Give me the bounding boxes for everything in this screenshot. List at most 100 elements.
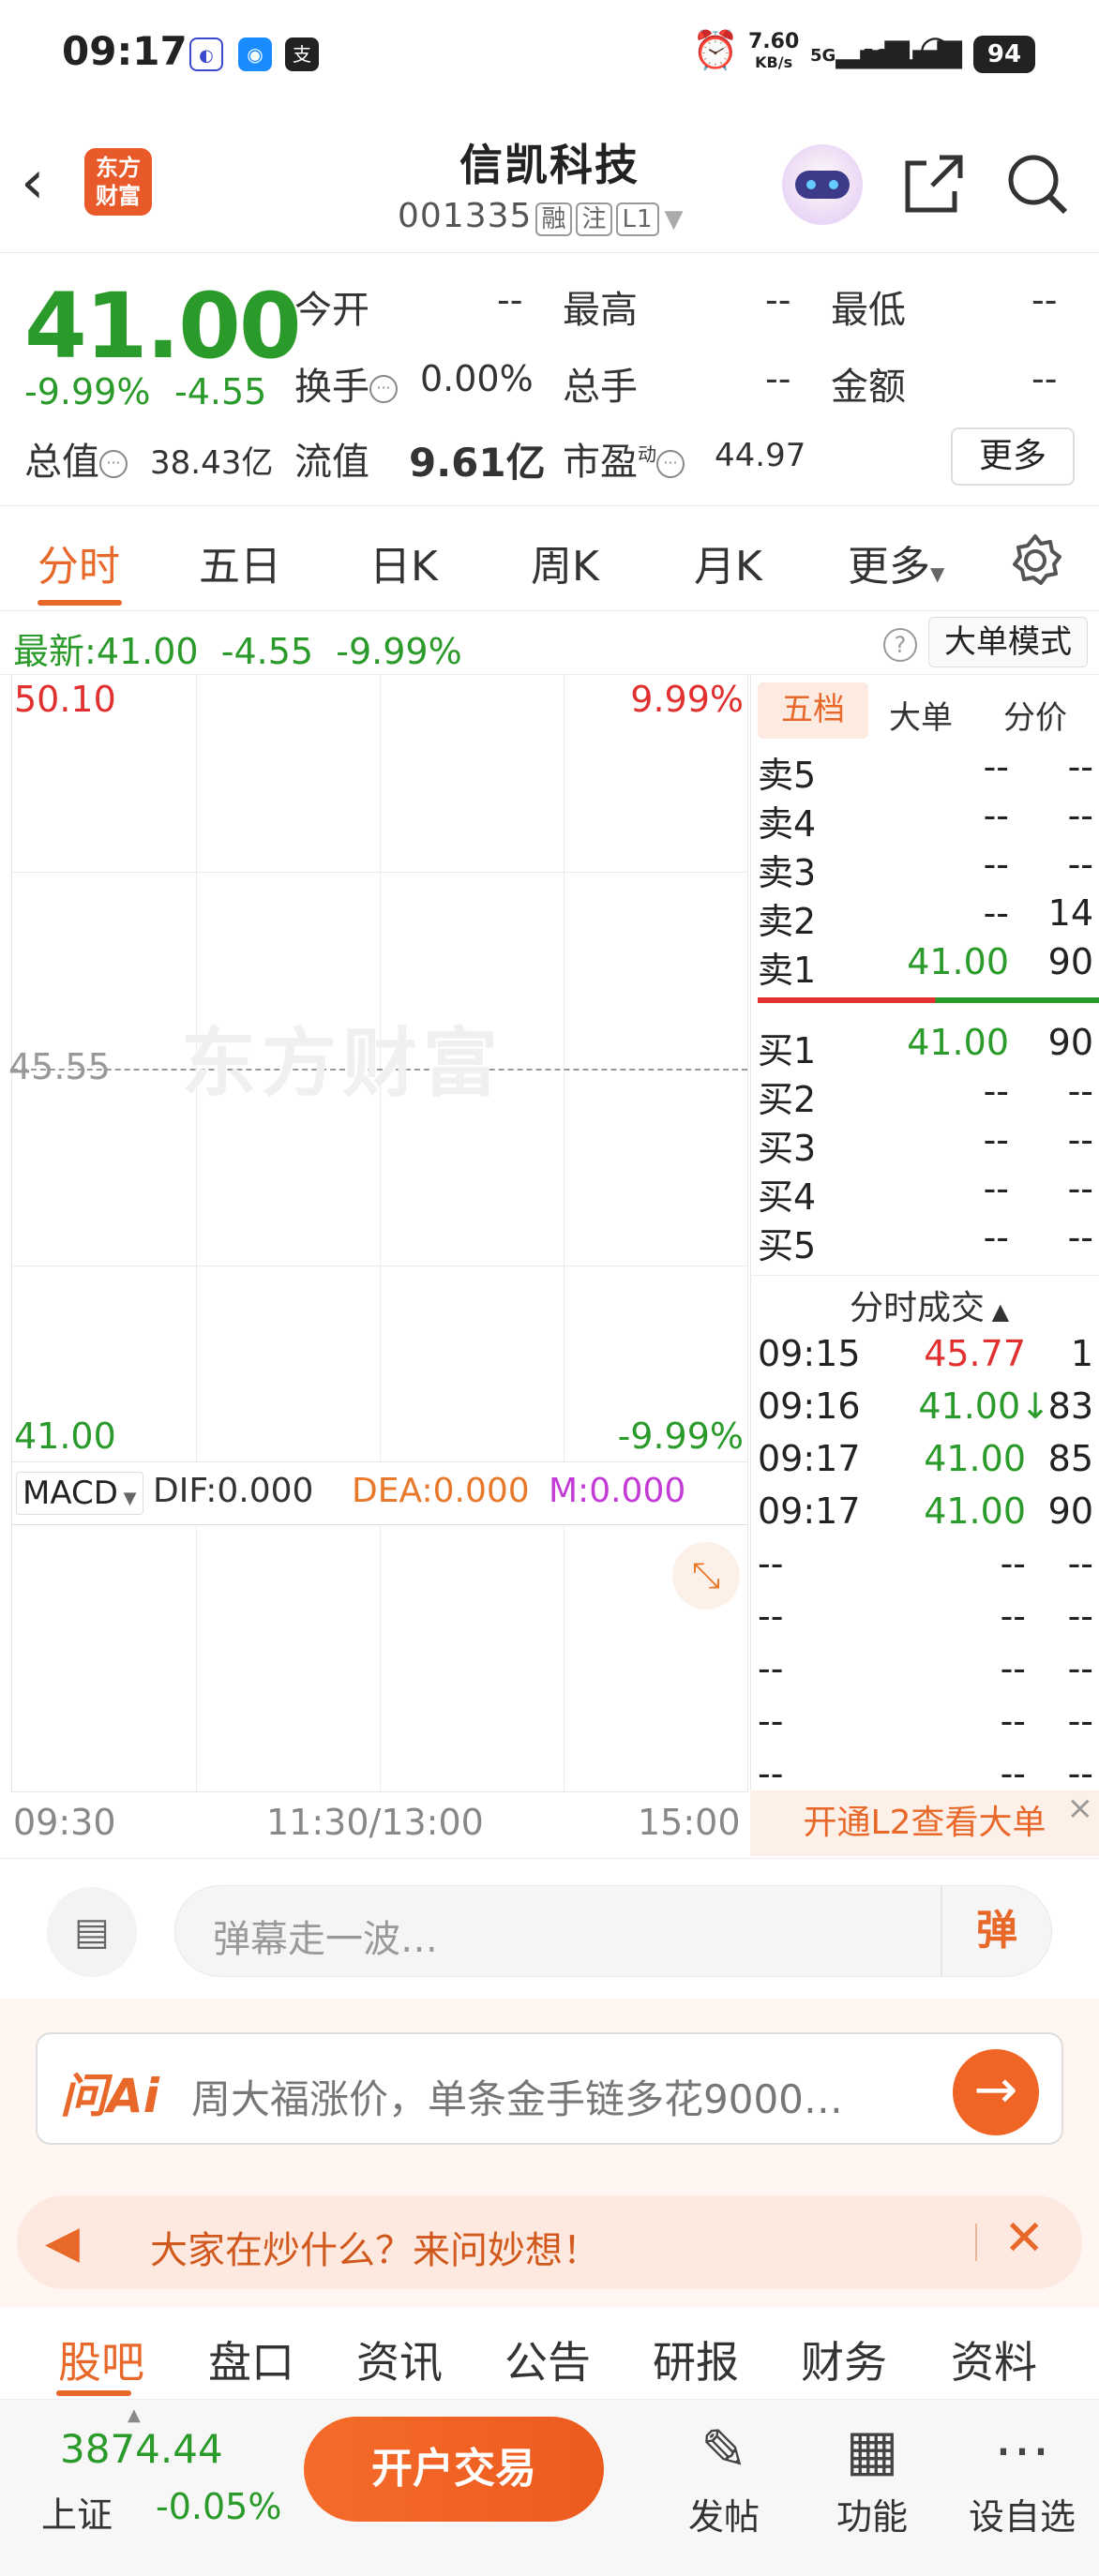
chevron-down-icon: ▼ — [664, 205, 685, 233]
tab-weekly-k[interactable]: 周K — [531, 532, 599, 592]
close-icon[interactable]: × — [1067, 1775, 1094, 1841]
grid-line — [196, 1525, 197, 1791]
trade-time: -- — [758, 1648, 784, 1689]
macd-chart[interactable]: ⤡ — [11, 1524, 748, 1792]
more-button[interactable]: 更多 — [951, 427, 1075, 486]
expand-icon[interactable]: ⤡ — [672, 1542, 740, 1610]
status-bar: 09:17 ◐ ◉ 支 ⏰ 7.60 KB/s 5G▂▄▆ 5G▂▄▆ ◠ 94 — [0, 0, 1099, 112]
level-volume: -- — [1067, 795, 1093, 836]
index-change[interactable]: -0.05% — [156, 2486, 281, 2527]
trade-volume: 90 — [1047, 1490, 1093, 1532]
low-value: -- — [1031, 279, 1058, 321]
grid-line — [12, 872, 747, 873]
l2-upgrade-banner[interactable]: 开通L2查看大单 × — [750, 1790, 1099, 1856]
index-value[interactable]: 3874.44 — [60, 2426, 223, 2472]
level-price: -- — [983, 844, 1009, 885]
help-icon[interactable]: ? — [883, 628, 917, 662]
level-volume: -- — [1067, 1119, 1093, 1161]
level-label: 买5 — [758, 1225, 817, 1266]
ai-assistant-icon[interactable] — [782, 144, 863, 225]
stock-code-line[interactable]: 001335 融注 L1 ▼ — [398, 197, 685, 236]
trades-title[interactable]: 分时成交 ▲ — [850, 1281, 1009, 1329]
tab-five-levels[interactable]: 五档 — [758, 682, 868, 739]
net-speed: 7.60 KB/s — [748, 32, 799, 73]
tab-more[interactable]: 更多▼ — [848, 532, 944, 592]
big-order-mode-button[interactable]: 大单模式 — [928, 617, 1088, 667]
hot-topic-text: 大家在炒什么？来问妙想！ — [150, 2229, 600, 2272]
level-price: -- — [983, 1217, 1009, 1258]
bottom-nav: ▲ 3874.44 上证 -0.05% 开户交易 ✎ 发帖 ▦ 功能 ⋯ 设自选 — [0, 2400, 1099, 2576]
info-icon[interactable]: ··· — [369, 375, 398, 403]
hot-topic-banner[interactable]: ◀ 大家在炒什么？来问妙想！ ✕ — [17, 2195, 1082, 2289]
active-tab-underline — [38, 600, 122, 606]
dea-value: DEA:0.000 — [352, 1472, 530, 1510]
watermark: 东方财富 — [181, 1020, 504, 1107]
tab-monthly-k[interactable]: 月K — [694, 532, 762, 592]
trade-volume: -- — [1067, 1595, 1093, 1637]
quote-panel: 41.00 -9.99% -4.55 今开 -- 最高 -- 最低 -- 换手 ·… — [0, 253, 1099, 506]
tab-orderbook[interactable]: 盘口 — [208, 2329, 294, 2390]
tab-news[interactable]: 资讯 — [356, 2329, 443, 2390]
open-account-trade-button[interactable]: 开户交易 — [304, 2417, 604, 2522]
add-watchlist-button[interactable]: ⋯ 设自选 — [956, 2413, 1088, 2539]
danmu-input[interactable]: 弹幕走一波… 弹 — [174, 1885, 1052, 1977]
intraday-chart[interactable]: 东方财富 50.10 9.99% 45.55 41.00 -9.99% — [8, 675, 748, 1462]
search-icon[interactable] — [1003, 150, 1071, 217]
tab-research[interactable]: 研报 — [653, 2329, 739, 2390]
time-label: 15:00 — [638, 1802, 741, 1843]
tab-five-day[interactable]: 五日 — [199, 532, 281, 592]
alipay-icon: 支 — [285, 37, 319, 71]
change-percent: -9.99% — [24, 371, 151, 412]
level-volume: -- — [1067, 1168, 1093, 1209]
ask-row: 卖1 41.00 90 — [758, 941, 1099, 991]
status-time: 09:17 — [62, 28, 188, 74]
tab-intraday[interactable]: 分时 — [38, 532, 120, 592]
trade-price: -- — [1000, 1700, 1026, 1742]
level-price: -- — [983, 892, 1009, 934]
post-button[interactable]: ✎ 发帖 — [658, 2413, 790, 2539]
info-icon[interactable]: ··· — [656, 450, 685, 478]
latest-label: 最新: — [13, 631, 97, 672]
level-volume: 90 — [1047, 941, 1093, 982]
danmu-settings-icon[interactable]: ▤ — [47, 1887, 137, 1977]
trade-volume: 83 — [1047, 1385, 1093, 1427]
ask-row: 卖3 -- -- — [758, 844, 1099, 893]
tab-announcements[interactable]: 公告 — [504, 2329, 591, 2390]
trade-volume: -- — [1067, 1700, 1093, 1742]
close-icon[interactable]: ✕ — [1003, 2210, 1045, 2267]
latest-pct: -9.99% — [336, 631, 462, 672]
danmu-toggle-button[interactable]: 弹 — [941, 1886, 1051, 1976]
registration-tag: 注 — [576, 202, 613, 236]
tab-finance[interactable]: 财务 — [801, 2329, 887, 2390]
bid-row: 买5 -- -- — [758, 1217, 1099, 1266]
ask-row: 卖2 -- 14 — [758, 892, 1099, 942]
tab-big-orders[interactable]: 大单 — [889, 692, 953, 738]
mid-price-label: 45.55 — [8, 1046, 111, 1087]
tab-forum[interactable]: 股吧 — [58, 2329, 144, 2390]
settings-gear-icon[interactable] — [1007, 532, 1063, 589]
trades-title-text: 分时成交 — [850, 1289, 986, 1327]
indicator-select[interactable]: MACD ▼ — [16, 1472, 143, 1515]
trade-price: -- — [1000, 1753, 1026, 1790]
tab-price-distribution[interactable]: 分价 — [1003, 692, 1067, 738]
top-price-label: 50.10 — [14, 679, 116, 720]
bid-ask-ratio-bar — [758, 997, 1099, 1003]
latest-change: -4.55 — [220, 631, 314, 672]
info-icon[interactable]: ··· — [99, 450, 128, 478]
open-value: -- — [497, 279, 523, 321]
volume-value: -- — [765, 358, 791, 399]
share-icon[interactable] — [898, 150, 966, 217]
arrow-right-icon[interactable]: → — [953, 2049, 1039, 2135]
trade-time: 09:17 — [758, 1490, 861, 1532]
tab-daily-k[interactable]: 日K — [369, 532, 438, 592]
functions-button[interactable]: ▦ 功能 — [806, 2413, 938, 2539]
ai-question-box[interactable]: 问Ai 周大福涨价，单条金手链多花9000… → — [36, 2032, 1063, 2145]
level-price: -- — [983, 1071, 1009, 1112]
trade-row: -- -- -- — [758, 1543, 1099, 1595]
chart-tabs: 分时 五日 日K 周K 月K 更多▼ — [0, 506, 1099, 611]
low-label: 最低 — [831, 289, 906, 332]
content-tabs: 股吧 盘口 资讯 公告 研报 财务 资料 — [0, 2308, 1099, 2400]
index-name[interactable]: 上证 — [41, 2486, 113, 2538]
turnover-label-text: 换手 — [294, 366, 369, 409]
tab-profile[interactable]: 资料 — [951, 2329, 1037, 2390]
